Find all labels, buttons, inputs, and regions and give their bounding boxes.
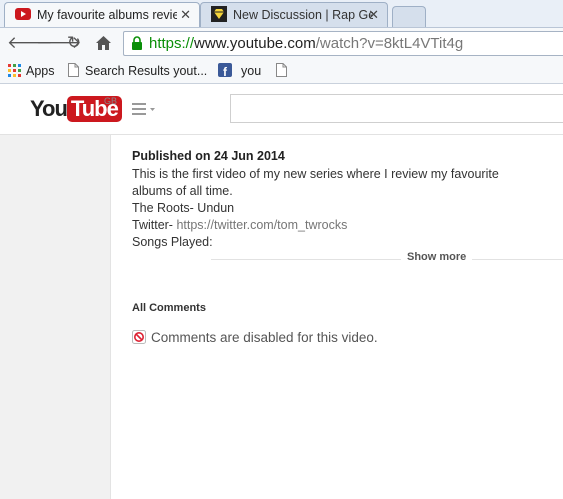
show-more-button[interactable]: Show more — [401, 251, 473, 263]
apps-grid-icon — [8, 64, 21, 77]
page-icon — [276, 63, 287, 77]
description-line: This is the first video of my new series… — [132, 167, 499, 181]
bookmark-label: Search Results yout... — [85, 64, 208, 78]
url-text: https://www.youtube.com/watch?v=8ktL4VTi… — [149, 35, 463, 52]
rap-genius-icon — [211, 6, 227, 22]
region-label: GB — [104, 96, 118, 106]
forward-arrow-icon[interactable]: 🡒 — [36, 33, 82, 53]
left-rail — [0, 135, 111, 499]
bookmark-label: you — [241, 64, 262, 78]
tab-rap-genius[interactable]: New Discussion | Rap Gen ✕ — [200, 2, 388, 27]
bookmark-label: Apps — [26, 64, 55, 78]
search-input[interactable] — [230, 94, 563, 123]
lock-icon — [132, 36, 142, 50]
url-path: /watch?v=8ktL4VTit4g — [315, 35, 464, 52]
logo-you: You — [30, 96, 68, 121]
description-line: The Roots- Undun — [132, 201, 235, 215]
watch-content: Published on 24 Jun 2014 This is the fir… — [111, 135, 563, 499]
tab-title: My favourite albums revie — [37, 8, 177, 22]
divider — [211, 259, 563, 260]
twitter-label: Twitter- — [132, 218, 177, 232]
close-tab-icon[interactable]: ✕ — [368, 7, 379, 23]
bookmark-apps[interactable]: Apps — [8, 63, 55, 79]
guide-menu-icon[interactable] — [132, 102, 156, 116]
close-tab-icon[interactable]: ✕ — [180, 7, 191, 23]
url-host: www.youtube.com — [194, 35, 316, 52]
bookmark-blank[interactable] — [276, 63, 287, 79]
tab-youtube[interactable]: My favourite albums revie ✕ — [4, 2, 200, 27]
comments-disabled-notice: Comments are disabled for this video. — [132, 330, 378, 345]
url-scheme: https:// — [149, 35, 195, 52]
home-icon[interactable] — [95, 35, 112, 51]
new-tab-button[interactable] — [392, 6, 426, 27]
video-description: This is the first video of my new series… — [132, 166, 552, 251]
back-arrow-icon[interactable]: 🡐 — [7, 33, 53, 53]
comments-disabled-icon — [132, 330, 146, 344]
tab-strip: My favourite albums revie ✕ New Discussi… — [0, 0, 563, 28]
bookmarks-bar: Apps Search Results yout... f you — [0, 59, 563, 84]
youtube-icon — [15, 8, 31, 20]
youtube-header: You Tube GB — [0, 84, 563, 135]
bookmark-facebook[interactable]: f you — [218, 63, 261, 79]
songs-played-label: Songs Played: — [132, 235, 213, 249]
description-line: albums of all time. — [132, 184, 233, 198]
twitter-link[interactable]: https://twitter.com/tom_twrocks — [176, 218, 347, 232]
page-icon — [68, 63, 79, 77]
twitter-line: Twitter- https://twitter.com/tom_twrocks — [132, 217, 552, 234]
bookmark-search-results[interactable]: Search Results yout... — [68, 63, 207, 79]
comments-heading: All Comments — [132, 302, 206, 314]
address-bar[interactable]: https://www.youtube.com/watch?v=8ktL4VTi… — [123, 31, 563, 56]
tab-title: New Discussion | Rap Gen — [233, 8, 373, 22]
reload-icon[interactable]: ↻ — [65, 33, 83, 53]
publish-date: Published on 24 Jun 2014 — [132, 149, 285, 163]
comments-disabled-text: Comments are disabled for this video. — [151, 330, 378, 345]
facebook-icon: f — [218, 63, 232, 79]
browser-toolbar: 🡐 🡒 ↻ https://www.youtube.com/watch?v=8k… — [0, 28, 563, 59]
